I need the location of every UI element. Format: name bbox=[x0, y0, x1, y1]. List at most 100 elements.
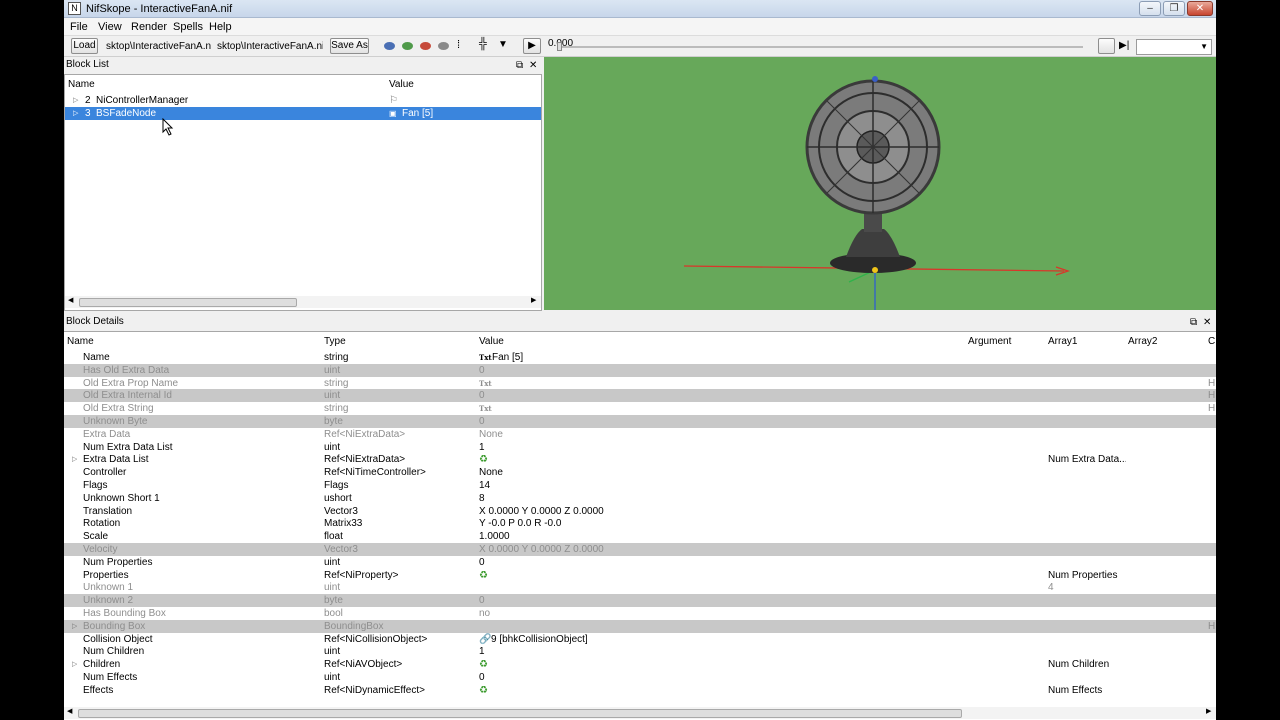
detail-row[interactable]: Unknown 1 uint 4 bbox=[64, 581, 1216, 594]
block-list-hscrollbar[interactable]: ◀ ▶ bbox=[65, 296, 541, 308]
close-icon[interactable]: ✕ bbox=[1203, 315, 1211, 331]
load-button[interactable]: Load bbox=[71, 38, 98, 54]
detail-row[interactable]: Old Extra String string Txt H bbox=[64, 402, 1216, 415]
render-viewport[interactable] bbox=[544, 57, 1216, 310]
expand-icon[interactable]: ▷ bbox=[72, 658, 77, 671]
maximize-button[interactable]: ❐ bbox=[1163, 1, 1185, 16]
walk-icon[interactable]: ⁞ bbox=[457, 39, 460, 51]
play-button[interactable]: ▶ bbox=[523, 38, 541, 54]
details-hscrollbar[interactable]: ◀ ▶ bbox=[64, 707, 1216, 719]
details-header-value[interactable]: Value bbox=[479, 334, 504, 350]
minimize-button[interactable]: – bbox=[1139, 1, 1161, 16]
save-path-field[interactable]: sktop\InteractiveFanA.nif bbox=[217, 41, 323, 52]
toolbar: Load sktop\InteractiveFanA.nif sktop\Int… bbox=[64, 36, 1216, 57]
expand-icon[interactable]: ▷ bbox=[73, 107, 78, 120]
detail-row[interactable]: Extra Data Ref<NiExtraData> None bbox=[64, 428, 1216, 441]
view-side-icon[interactable] bbox=[420, 42, 431, 50]
view-user-icon[interactable] bbox=[438, 42, 449, 50]
detail-row[interactable]: ▷ Children Ref<NiAVObject> ♻ Num Children bbox=[64, 658, 1216, 671]
field-type: uint bbox=[324, 672, 341, 683]
dock-icon[interactable]: ⧉ bbox=[1190, 315, 1197, 331]
detail-row[interactable]: Unknown Byte byte 0 bbox=[64, 415, 1216, 428]
view-front-icon[interactable] bbox=[402, 42, 413, 50]
detail-row[interactable]: Has Old Extra Data uint 0 bbox=[64, 363, 1216, 377]
view-top-icon[interactable] bbox=[384, 42, 395, 50]
mouse-cursor-icon bbox=[162, 118, 174, 136]
details-header-name[interactable]: Name bbox=[67, 334, 94, 350]
field-type: Ref<NiTimeController> bbox=[324, 467, 426, 479]
detail-row[interactable]: ▷ Extra Data List Ref<NiExtraData> ♻ Num Ext… bbox=[64, 453, 1216, 466]
col-value-header[interactable]: Value bbox=[389, 77, 414, 93]
details-header-c[interactable]: C bbox=[1208, 334, 1215, 350]
window-title: NifSkope - InteractiveFanA.nif bbox=[86, 3, 233, 15]
scroll-left-icon[interactable]: ◀ bbox=[68, 296, 73, 304]
field-value: 8 bbox=[479, 492, 485, 504]
field-type: Vector3 bbox=[324, 505, 358, 517]
detail-row[interactable]: Has Bounding Box bool no bbox=[64, 607, 1216, 620]
detail-row[interactable]: Num Properties uint 0 bbox=[64, 556, 1216, 569]
expand-icon[interactable]: ▷ bbox=[72, 453, 77, 466]
menu-view[interactable]: View bbox=[98, 21, 122, 33]
menu-render[interactable]: Render bbox=[131, 21, 167, 33]
field-name: Extra Data List bbox=[83, 454, 149, 466]
detail-row[interactable]: Num Extra Data List uint 1 bbox=[64, 441, 1216, 454]
field-name: Num Children bbox=[83, 646, 145, 658]
col-name-header[interactable]: Name bbox=[68, 77, 95, 93]
close-icon[interactable]: ✕ bbox=[529, 58, 537, 74]
detail-row[interactable]: Unknown Short 1 ushort 8 bbox=[64, 492, 1216, 505]
menu-help[interactable]: Help bbox=[209, 21, 232, 33]
detail-row[interactable]: Rotation Matrix33 Y -0.0 P 0.0 R -0.0 bbox=[64, 517, 1216, 530]
close-button[interactable]: ✕ bbox=[1187, 1, 1213, 16]
details-header-array2[interactable]: Array2 bbox=[1128, 334, 1157, 350]
dropdown-arrow-icon[interactable]: ▼ bbox=[498, 39, 508, 50]
detail-row[interactable]: Collision Object Ref<NiCollisionObject> 🔗 9… bbox=[64, 633, 1216, 646]
field-value: 0 bbox=[479, 556, 485, 568]
field-name: Velocity bbox=[83, 544, 118, 555]
timeline-slider-thumb[interactable] bbox=[557, 42, 562, 51]
detail-row[interactable]: Scale float 1.0000 bbox=[64, 530, 1216, 543]
field-name: Bounding Box bbox=[83, 620, 146, 632]
block-row-bsfadenode[interactable]: ▷ 3 BSFadeNode ▣ Fan [5] bbox=[65, 107, 541, 120]
loop-button[interactable] bbox=[1098, 38, 1115, 54]
dock-icon[interactable]: ⧉ bbox=[516, 58, 523, 74]
expand-icon[interactable]: ▷ bbox=[72, 620, 77, 633]
detail-row[interactable]: Flags Flags 14 bbox=[64, 479, 1216, 492]
animation-select[interactable]: ▼ bbox=[1136, 39, 1212, 55]
detail-row[interactable]: Num Children uint 1 bbox=[64, 645, 1216, 658]
detail-row[interactable]: Name string Txt Fan [5] bbox=[64, 351, 1216, 364]
block-index: 3 bbox=[85, 108, 91, 119]
field-cond: H bbox=[1208, 377, 1216, 389]
detail-row[interactable]: Unknown 2 byte 0 bbox=[64, 594, 1216, 608]
field-name: Has Bounding Box bbox=[83, 608, 166, 619]
scroll-right-icon[interactable]: ▶ bbox=[531, 296, 536, 304]
detail-row[interactable]: Velocity Vector3 X 0.0000 Y 0.0000 Z 0.000… bbox=[64, 543, 1216, 556]
menu-file[interactable]: File bbox=[70, 21, 88, 33]
block-row-nicontrollermanager[interactable]: ▷ 2 NiControllerManager ⚐ bbox=[65, 94, 541, 107]
details-header-array1[interactable]: Array1 bbox=[1048, 334, 1077, 350]
expand-icon[interactable]: ▷ bbox=[73, 94, 78, 107]
save-as-button[interactable]: Save As bbox=[330, 38, 369, 54]
field-array1: Num Extra Data... bbox=[1048, 454, 1126, 466]
load-path-field[interactable]: sktop\InteractiveFanA.nif bbox=[106, 41, 211, 52]
detail-row[interactable]: Old Extra Prop Name string Txt H bbox=[64, 377, 1216, 390]
detail-row[interactable]: Effects Ref<NiDynamicEffect> ♻ Num Effects bbox=[64, 684, 1216, 697]
field-type: uint bbox=[324, 441, 341, 453]
scroll-right-icon[interactable]: ▶ bbox=[1206, 707, 1211, 715]
field-name: Old Extra String bbox=[83, 403, 154, 415]
detail-row[interactable]: Old Extra Internal Id uint 0 H bbox=[64, 389, 1216, 403]
menu-spells[interactable]: Spells bbox=[173, 21, 203, 33]
scroll-thumb[interactable] bbox=[78, 709, 962, 718]
detail-row[interactable]: Properties Ref<NiProperty> ♻ Num Properties bbox=[64, 569, 1216, 582]
detail-row[interactable]: Controller Ref<NiTimeController> None bbox=[64, 466, 1216, 479]
detail-row[interactable]: ▷ Bounding Box BoundingBox H bbox=[64, 619, 1216, 633]
detail-row[interactable]: Num Effects uint 0 bbox=[64, 671, 1216, 684]
scroll-thumb[interactable] bbox=[79, 298, 297, 307]
scroll-left-icon[interactable]: ◀ bbox=[67, 707, 72, 715]
axes-icon[interactable]: ╬ bbox=[479, 38, 487, 50]
details-header-type[interactable]: Type bbox=[324, 334, 346, 350]
step-icon[interactable]: ▶| bbox=[1119, 40, 1129, 51]
field-type: uint bbox=[324, 390, 341, 402]
detail-row[interactable]: Translation Vector3 X 0.0000 Y 0.0000 Z 0.… bbox=[64, 505, 1216, 518]
timeline-slider[interactable] bbox=[557, 46, 1083, 48]
details-header-argument[interactable]: Argument bbox=[968, 334, 1011, 350]
